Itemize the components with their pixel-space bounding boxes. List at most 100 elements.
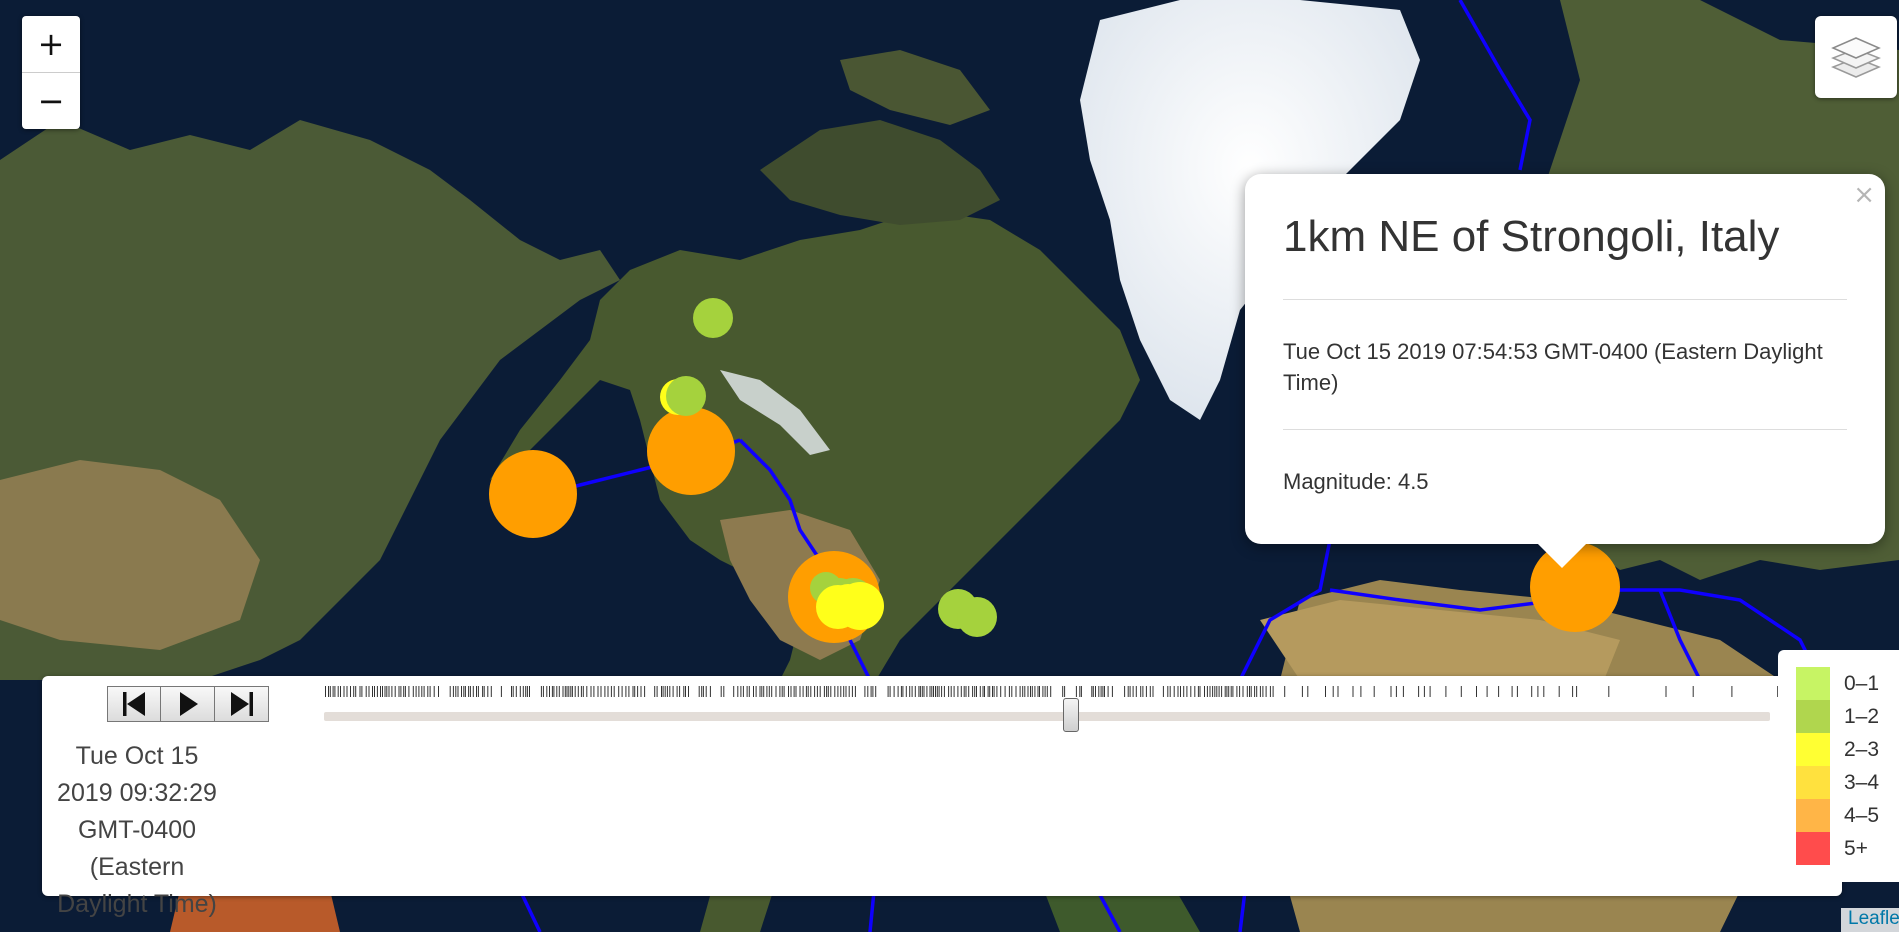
quake-marker[interactable] [693,298,733,338]
timeline-event-tick [1152,686,1154,697]
timeline-event-tick [921,686,923,697]
timeline-event-tick [926,686,928,697]
quake-marker[interactable] [647,407,735,495]
timeline-slider-track[interactable] [324,712,1770,721]
timeline-event-tick [1418,686,1420,697]
timeline-event-tick [702,686,704,697]
timeline-event-tick [429,686,431,697]
timeline-event-tick [1062,686,1064,697]
timeline-event-tick [332,686,334,697]
timeline-event-tick [1228,686,1230,697]
timeline-event-tick [382,686,383,697]
timeline-event-tick [1429,686,1431,697]
timeline-event-tick [1558,686,1560,697]
timeline-event-tick [610,686,612,697]
timeline-event-tick [1486,686,1488,697]
legend-swatch [1796,667,1830,700]
timeline-event-tick [893,686,895,697]
timeline-event-tick [1064,686,1066,697]
timeline-event-tick [870,686,872,697]
previous-button[interactable] [107,686,161,722]
timeline-event-tick [843,686,845,697]
timeline-event-tick [737,686,739,697]
timeline-event-tick [1162,686,1164,697]
timeline-event-tick [705,686,707,697]
timeline-event-tick [814,686,816,697]
timeline-event-tick [640,686,642,697]
timeline-event-tick [1337,686,1339,697]
next-button[interactable] [215,686,269,722]
timeline-event-tick [628,686,630,697]
timeline-event-tick [918,686,920,697]
timeline-event-tick [404,686,406,697]
timeline-event-tick [1272,686,1274,697]
timeline-event-tick [996,686,998,697]
timeline-event-tick [1129,686,1131,697]
timeline-event-tick [1011,686,1013,697]
zoom-out-button[interactable]: − [22,72,80,129]
timeline-event-tick [823,686,825,697]
timeline-event-tick [864,686,866,697]
timeline-event-tick [656,686,658,697]
timeline-event-tick [515,686,517,697]
attribution-link[interactable]: Leaflet [1841,908,1899,932]
play-button[interactable] [161,686,215,722]
quake-marker[interactable] [957,597,997,637]
quake-marker[interactable] [830,584,866,620]
timeline-event-tick [733,686,735,697]
quake-marker-selected[interactable] [1530,542,1620,632]
layers-control[interactable] [1815,16,1897,98]
timeline-event-tick [607,686,609,697]
timeline-event-tick [1142,686,1144,697]
timeline-event-tick [597,686,599,697]
timeline-event-tick [487,686,489,697]
timeline-event-tick [398,686,400,697]
timeline-event-tick [984,686,985,697]
timeline-event-tick [1608,686,1610,697]
timeline-event-tick [685,686,686,697]
timeline-event-tick [1127,686,1129,697]
timeline-event-tick [867,686,869,697]
timeline-event-tick [368,686,370,697]
timeline-event-tick [875,686,877,697]
timeline-event-tick [1352,686,1354,697]
timeline-event-tick [795,686,797,697]
timeline-event-tick [982,686,984,697]
timeline-event-tick [1034,686,1036,697]
timeline-event-tick [935,686,936,697]
timeline-event-tick [931,686,933,697]
timeline-event-tick [1039,686,1040,697]
timeline-event-tick [740,686,742,697]
timeline-event-tick [902,686,904,697]
legend-swatch [1796,799,1830,832]
timeline-event-tick [992,686,993,697]
popup-time: Tue Oct 15 2019 07:54:53 GMT-0400 (Easte… [1283,339,1823,396]
timeline-event-tick [618,686,620,697]
timeline-event-tick [412,686,414,697]
timeline-event-tick [662,686,664,697]
timeline-slider-thumb[interactable] [1063,698,1079,732]
quake-marker[interactable] [489,450,577,538]
timeline-event-tick [423,686,425,697]
timeline-event-tick [669,686,671,697]
legend-label: 0–1 [1844,671,1880,695]
timeline-event-tick [1194,686,1196,697]
timeline-event-tick [1107,686,1109,697]
timeline-event-tick [634,686,636,697]
timeline-event-tick [568,686,570,697]
timeline-event-tick [701,686,703,697]
timeline-event-tick [679,686,681,697]
timeline-event-tick [334,686,336,697]
timeline-event-tick [766,686,768,697]
quake-marker[interactable] [666,376,706,416]
timeline-event-tick [827,686,829,697]
timeline-event-tick [960,686,962,697]
zoom-in-button[interactable]: + [22,16,80,72]
timeline-event-tick [621,686,623,697]
timeline-event-tick [805,686,807,697]
timeline-control: Tue Oct 15 2019 09:32:29 GMT-0400 (Easte… [42,676,1842,918]
timeline-event-tick [775,686,777,697]
timeline-event-tick [415,686,417,697]
timeline-event-tick [1199,686,1201,697]
popup-close-button[interactable]: × [1853,180,1875,210]
